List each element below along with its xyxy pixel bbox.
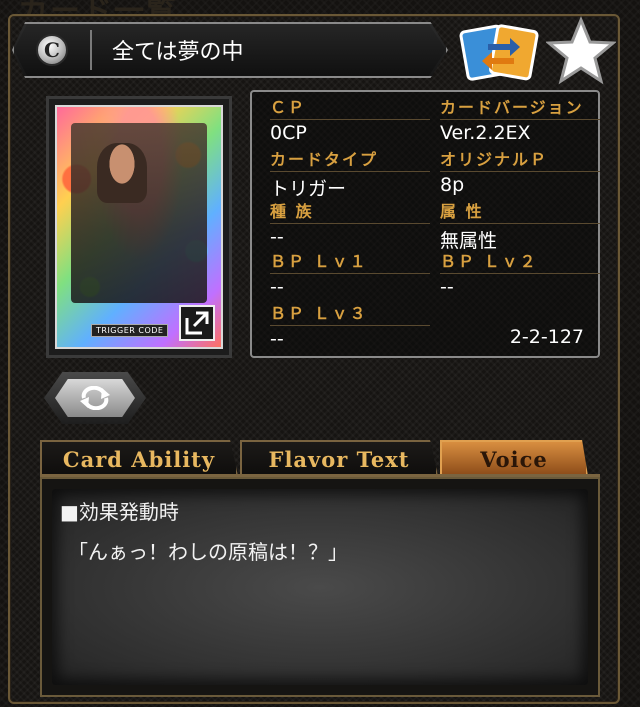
stat-tribe-label: 種 族 (270, 202, 430, 224)
stat-bp-lv1-label: ＢＰ Ｌｖ１ (270, 252, 430, 274)
stat-type-label: カードタイプ (270, 150, 430, 172)
stat-attribute-label: 属 性 (440, 202, 600, 224)
rotate-icon (80, 386, 110, 410)
flip-card-button[interactable] (44, 372, 146, 424)
stat-attribute: 属 性 無属性 (440, 202, 600, 253)
flip-card-button-face (55, 379, 135, 417)
card-stats-panel: ＣＰ 0CP カードバージョン Ver.2.2EX カードタイプ トリガー オリ… (250, 90, 600, 358)
stat-type-value: トリガー (270, 178, 347, 200)
stat-bp-lv2-label: ＢＰ Ｌｖ２ (440, 252, 600, 274)
stat-bp-lv1: ＢＰ Ｌｖ１ -- (270, 252, 430, 298)
trigger-code-label: TRIGGER CODE (91, 324, 169, 337)
tab-voice[interactable]: Voice (440, 440, 588, 476)
stat-bp-lv3: ＢＰ Ｌｖ３ -- (270, 304, 430, 350)
stat-type: カードタイプ トリガー (270, 150, 430, 201)
stat-original-p-value: 8p (440, 174, 465, 196)
swap-cards-icon (459, 24, 539, 81)
expand-image-button[interactable] (179, 305, 215, 341)
favorite-button[interactable] (545, 16, 617, 86)
voice-trigger-heading: ■効果発動時 (60, 500, 179, 524)
card-artwork: TRIGGER CODE (55, 105, 223, 349)
stat-version: カードバージョン Ver.2.2EX (440, 98, 600, 144)
stat-version-value: Ver.2.2EX (440, 122, 531, 144)
tab-flavor-text[interactable]: Flavor Text (240, 440, 438, 476)
stat-tribe-value: -- (270, 226, 284, 248)
stat-cp-label: ＣＰ (270, 98, 430, 120)
swap-cards-button[interactable] (458, 20, 542, 82)
stat-bp-lv2-value: -- (440, 276, 454, 298)
card-image[interactable]: TRIGGER CODE (46, 96, 232, 358)
stat-version-label: カードバージョン (440, 98, 600, 120)
voice-line-text: 「んぁっ！わしの原稿は！？」 (68, 540, 348, 564)
stat-bp-lv1-value: -- (270, 276, 284, 298)
stat-cp: ＣＰ 0CP (270, 98, 430, 144)
stat-cp-value: 0CP (270, 122, 307, 144)
stat-original-p: オリジナルＰ 8p (440, 150, 600, 196)
stat-bp-lv3-label: ＢＰ Ｌｖ３ (270, 304, 430, 326)
stat-bp-lv2: ＢＰ Ｌｖ２ -- (440, 252, 600, 298)
stat-original-p-label: オリジナルＰ (440, 150, 600, 172)
stat-tribe: 種 族 -- (270, 202, 430, 248)
star-icon (545, 16, 617, 85)
card-number: 2-2-127 (509, 326, 584, 348)
tab-card-ability[interactable]: Card Ability (40, 440, 238, 476)
header-divider (90, 30, 92, 70)
card-name: 全ては夢の中 (112, 40, 244, 65)
stat-attribute-value: 無属性 (440, 230, 498, 252)
expand-icon (185, 311, 209, 335)
rarity-c-badge-icon: C (36, 34, 68, 66)
stat-bp-lv3-value: -- (270, 328, 284, 350)
